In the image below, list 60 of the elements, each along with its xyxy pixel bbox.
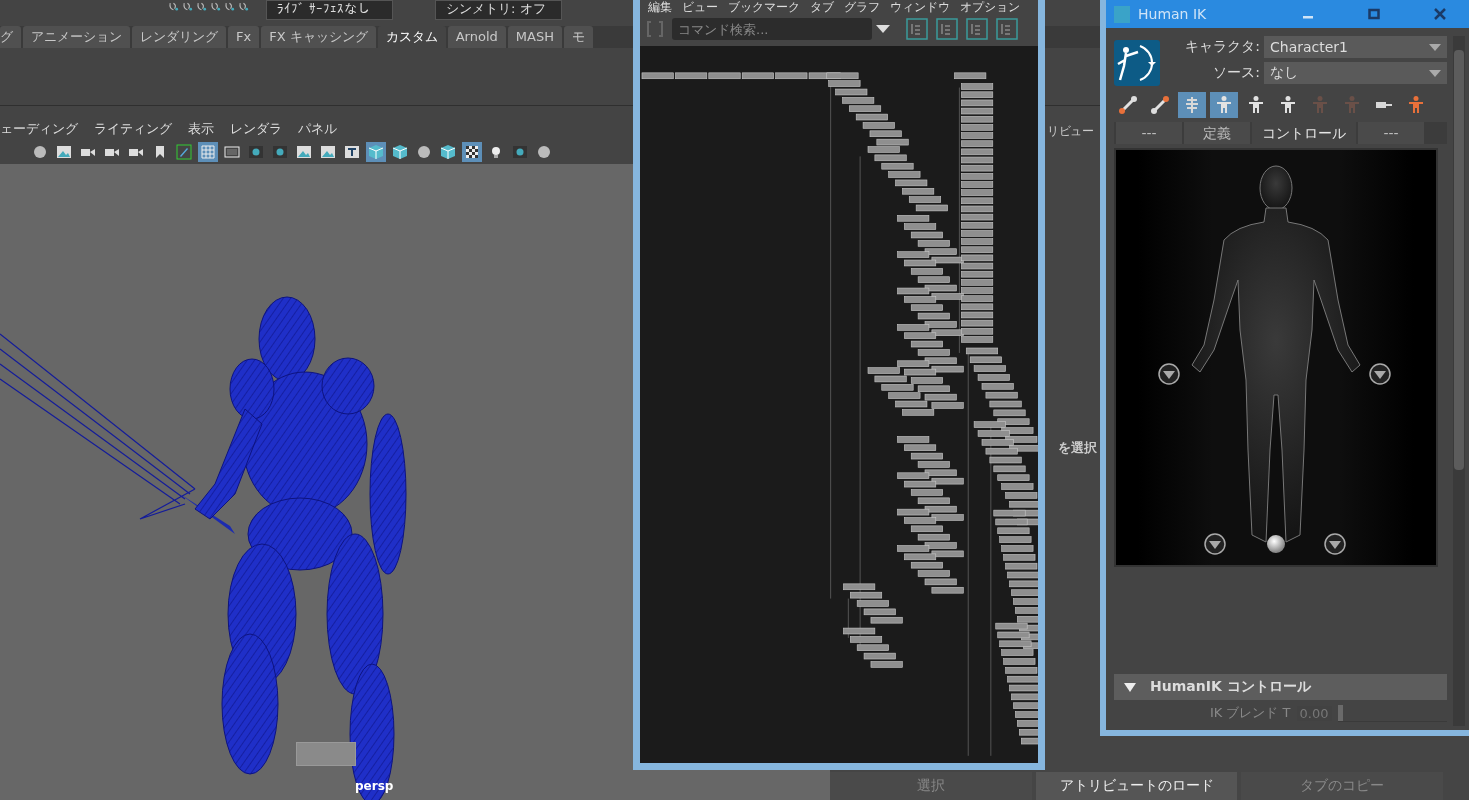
node-editor-menu[interactable]: ウィンドウ <box>890 0 950 14</box>
attribute-text: リビュー <box>1047 123 1093 140</box>
shelf-tab[interactable]: FX キャッシング <box>261 26 376 48</box>
symmetry-field[interactable]: シンメトリ: オフ <box>435 0 562 20</box>
human-ik-tab[interactable]: 定義 <box>1184 122 1250 144</box>
human-ik-tab[interactable]: --- <box>1116 122 1182 144</box>
close-icon[interactable] <box>1433 7 1447 21</box>
human-ik-tab[interactable]: --- <box>1358 122 1424 144</box>
shelf-tab[interactable]: MASH <box>507 26 562 48</box>
shelf-tab[interactable]: レンダリング <box>132 26 226 48</box>
viewport-menu[interactable]: レンダラ <box>230 120 282 138</box>
live-surface-field[interactable]: ﾗｲﾌﾞ ｻｰﾌｪｽなし <box>266 0 393 20</box>
arrow-down-icon[interactable] <box>1324 533 1346 555</box>
shelf-tab[interactable]: アニメーション <box>23 26 130 48</box>
node-editor-menu[interactable]: グラフ <box>844 0 880 14</box>
source-label: ソース: <box>1212 64 1260 82</box>
arrow-down-icon[interactable] <box>1204 533 1226 555</box>
node-editor-menu[interactable]: タブ <box>810 0 834 14</box>
slider-label: IK ブレンド T <box>1210 704 1291 722</box>
caret-icon <box>876 25 890 33</box>
bracket-icon <box>646 20 664 38</box>
human-ik-tab[interactable]: コントロール <box>1252 122 1356 144</box>
viewport-menu[interactable]: ェーディング <box>0 120 78 138</box>
caret-icon <box>1429 69 1441 77</box>
node-editor-menu[interactable]: オプション <box>960 0 1020 14</box>
node-editor-menu[interactable]: 編集 <box>648 0 672 14</box>
node-editor-menu[interactable]: ビュー <box>682 0 718 14</box>
shelf-tab[interactable]: モ <box>563 26 593 48</box>
shelf-tab[interactable]: カスタム <box>377 26 446 48</box>
viewport-menu[interactable]: パネル <box>298 120 337 138</box>
shelf-tab[interactable]: Fx <box>228 26 260 48</box>
caret-icon <box>1429 43 1441 51</box>
maximize-icon[interactable] <box>1367 7 1381 21</box>
slider-track[interactable] <box>1337 704 1447 722</box>
plane-object <box>296 742 356 766</box>
app-logo-icon <box>1114 5 1130 23</box>
arrow-down-icon[interactable] <box>1369 363 1391 385</box>
attribute-text: を選択 <box>1058 439 1097 457</box>
slider-thumb[interactable] <box>1337 704 1343 721</box>
viewport-menu[interactable]: 表示 <box>188 120 214 138</box>
checker-icon[interactable] <box>462 142 482 162</box>
scrollbar[interactable] <box>1453 36 1465 726</box>
character-dropdown[interactable]: Character1 <box>1264 36 1447 58</box>
ball-icon[interactable] <box>1267 535 1285 553</box>
viewport-menu[interactable]: ライティング <box>94 120 172 138</box>
shelf-tab[interactable]: Arnold <box>447 26 506 48</box>
window-title: Human IK <box>1138 6 1207 22</box>
cube-icon[interactable] <box>390 142 410 162</box>
source-dropdown[interactable]: なし <box>1264 62 1447 84</box>
command-search-field[interactable]: コマンド検索... <box>672 18 872 40</box>
character-label: キャラクタ: <box>1184 38 1260 56</box>
cube-icon[interactable] <box>438 142 458 162</box>
section-header[interactable]: HumanIK コントロール <box>1114 674 1447 700</box>
node-editor-menu[interactable]: ブックマーク <box>728 0 800 14</box>
pen-icon[interactable] <box>174 142 194 162</box>
character-logo-icon[interactable] <box>1114 40 1160 86</box>
arrow-down-icon[interactable] <box>1158 363 1180 385</box>
attribute-button[interactable]: アトリビュートのロード <box>1035 772 1238 800</box>
shelf-tab[interactable]: グ <box>0 26 21 48</box>
camera-label: persp <box>355 779 394 793</box>
